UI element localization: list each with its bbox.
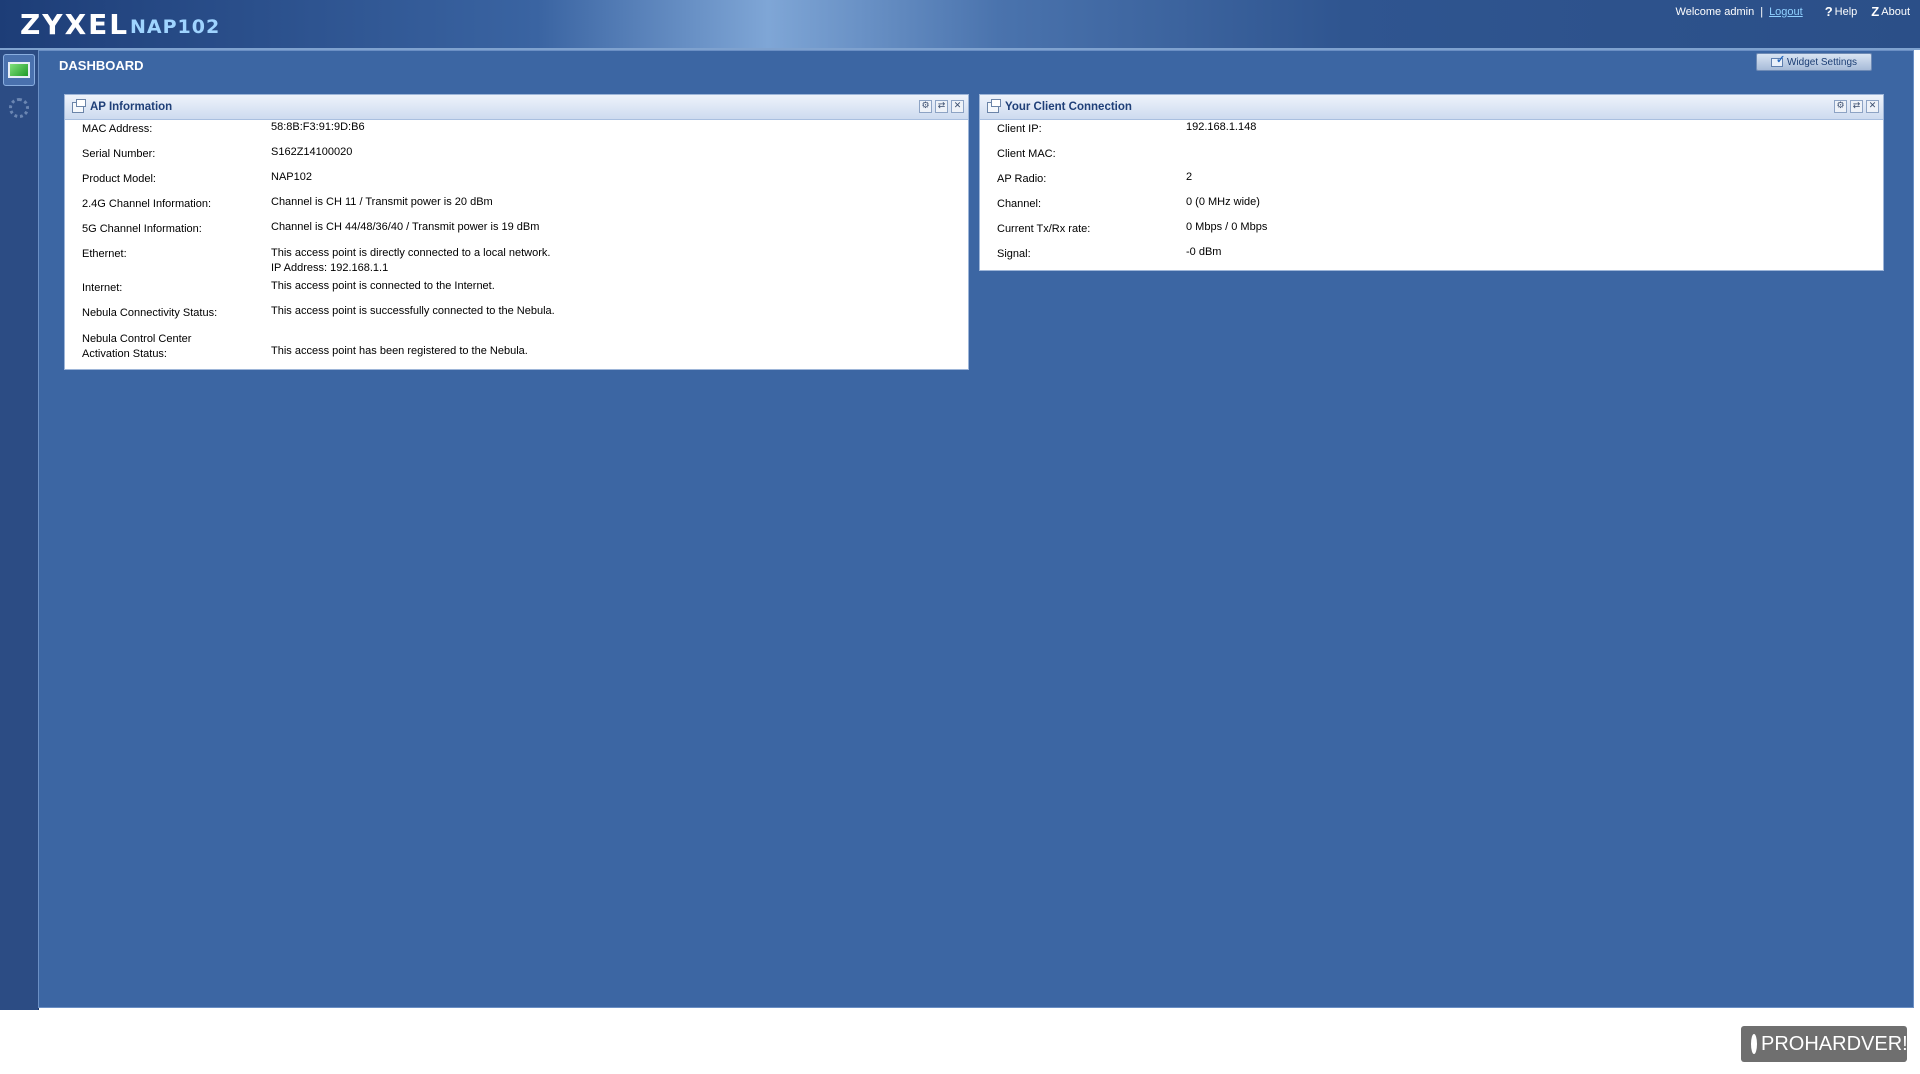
panel-header: Your Client Connection ⚙ ⇄ ✕ [980,95,1883,120]
row-value: 0 Mbps / 0 Mbps [1186,221,1268,233]
row-value: S162Z14100020 [271,146,353,158]
widget-settings-button[interactable]: Widget Settings [1756,53,1872,71]
panel-tools: ⚙ ⇄ ✕ [919,100,964,113]
row-label: Signal: [997,248,1031,260]
widget-settings-icon [1770,53,1785,67]
row-label: AP Radio: [997,173,1047,185]
row-value: This access point has been registered to… [271,345,528,357]
widget-icon [72,99,86,113]
settings-icon[interactable]: ⚙ [1834,100,1847,113]
close-icon[interactable]: ✕ [951,100,964,113]
about-link[interactable]: Z About [1871,4,1910,19]
product-model-title: NAP102 [130,16,221,38]
row-label: Nebula Control Center Activation Status: [82,333,192,360]
logout-link[interactable]: Logout [1769,6,1803,18]
panel-title: AP Information [90,101,173,113]
row-value: This access point is connected to the In… [271,280,495,292]
row-value: This access point is successfully connec… [271,305,555,317]
row-value: 58:8B:F3:91:9D:B6 [271,121,365,133]
separator: | [1760,5,1764,18]
settings-icon[interactable]: ⚙ [919,100,932,113]
top-header: ZYXEL NAP102 Welcome admin | Logout ? He… [0,0,1920,50]
prohardver-logo-icon [1751,1034,1757,1054]
page-title: DASHBOARD [59,58,144,73]
row-label: Internet: [82,282,123,294]
prohardver-watermark: PROHARDVER! [1741,1026,1908,1062]
welcome-text: Welcome admin [1675,5,1755,18]
about-icon: Z [1871,4,1880,19]
help-link[interactable]: ? Help [1825,4,1858,19]
dashboard-monitor-icon [8,62,30,78]
client-connection-panel: Your Client Connection ⚙ ⇄ ✕ Client IP: … [979,94,1884,271]
row-label: Product Model: [82,173,156,185]
about-label: About [1881,5,1910,18]
top-links: Welcome admin | Logout ? Help Z About [1676,4,1910,19]
row-label: Client MAC: [997,148,1056,160]
row-label: Current Tx/Rx rate: [997,223,1091,235]
row-label: 2.4G Channel Information: [82,198,212,210]
row-label: MAC Address: [82,123,153,135]
nav-dashboard[interactable] [3,54,35,86]
row-label: 5G Channel Information: [82,223,202,235]
row-label: Serial Number: [82,148,156,160]
refresh-icon[interactable]: ⇄ [1850,100,1863,113]
help-label: Help [1834,5,1858,18]
row-label: Client IP: [997,123,1042,135]
row-value: NAP102 [271,171,312,183]
left-nav [0,50,39,1010]
row-label: Channel: [997,198,1042,210]
row-value: 2 [1186,171,1193,183]
close-icon[interactable]: ✕ [1866,100,1879,113]
row-value: 0 (0 MHz wide) [1186,196,1260,208]
gear-icon [9,98,29,118]
widget-icon [987,99,1001,113]
row-label: Nebula Connectivity Status: [82,307,218,319]
help-icon: ? [1824,4,1833,19]
nav-configuration[interactable] [3,92,35,124]
row-value: Channel is CH 44/48/36/40 / Transmit pow… [271,221,540,233]
brand-logo: ZYXEL [20,8,130,41]
row-value: This access point is directly connected … [271,247,551,274]
ap-information-panel: AP Information ⚙ ⇄ ✕ MAC Address: 58:8B:… [64,94,969,370]
panel-tools: ⚙ ⇄ ✕ [1834,100,1879,113]
panel-header: AP Information ⚙ ⇄ ✕ [65,95,968,120]
row-label: Ethernet: [82,248,127,260]
row-value: 192.168.1.148 [1186,121,1257,133]
widget-settings-label: Widget Settings [1786,56,1858,68]
row-value: Channel is CH 11 / Transmit power is 20 … [271,196,493,208]
row-value: -0 dBm [1186,246,1222,258]
panel-title: Your Client Connection [1005,101,1132,113]
refresh-icon[interactable]: ⇄ [935,100,948,113]
watermark-text: PROHARDVER! [1761,1032,1908,1055]
